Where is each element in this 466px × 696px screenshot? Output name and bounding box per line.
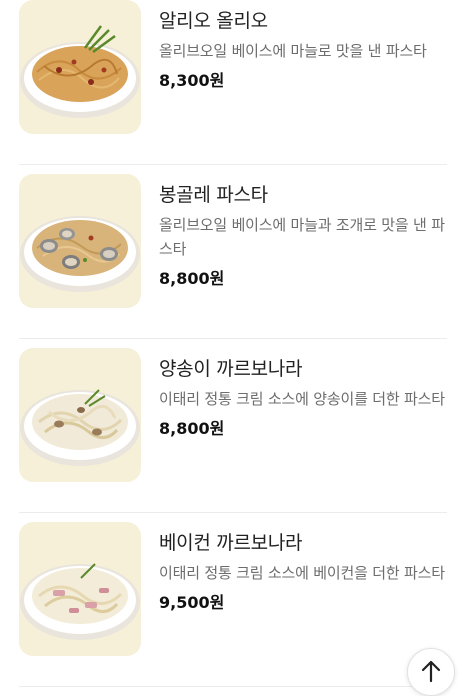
menu-item-info: 알리오 올리오 올리브오일 베이스에 마늘로 맛을 낸 파스타 8,300원 xyxy=(159,7,449,93)
menu-item-description: 이태리 정통 크림 소스에 양송이를 더한 파스타 xyxy=(159,390,445,408)
divider xyxy=(19,686,447,687)
menu-item-price: 8,800원 xyxy=(159,419,225,438)
mushroom-carbonara-photo xyxy=(19,348,141,482)
menu-item-name: 봉골레 파스타 xyxy=(159,184,268,206)
menu-item-vongole[interactable]: 봉골레 파스타 올리브오일 베이스에 마늘과 조개로 맛을 낸 파스타 8,80… xyxy=(0,165,466,339)
menu-item-info: 봉골레 파스타 올리브오일 베이스에 마늘과 조개로 맛을 낸 파스타 8,80… xyxy=(159,181,449,291)
menu-item-bacon-carbonara[interactable]: 베이컨 까르보나라 이태리 정통 크림 소스에 베이컨을 더한 파스타 9,50… xyxy=(0,513,466,687)
arrow-up-icon xyxy=(421,660,441,683)
aglio-olio-photo xyxy=(19,0,141,134)
menu-item-price: 9,500원 xyxy=(159,593,225,612)
menu-item-description: 올리브오일 베이스에 마늘과 조개로 맛을 낸 파스타 xyxy=(159,216,445,258)
menu-item-mushroom-carbonara[interactable]: 양송이 까르보나라 이태리 정통 크림 소스에 양송이를 더한 파스타 8,80… xyxy=(0,339,466,513)
menu-item-name: 베이컨 까르보나라 xyxy=(159,532,303,554)
menu-list: 알리오 올리오 올리브오일 베이스에 마늘로 맛을 낸 파스타 8,300원 봉… xyxy=(0,0,466,687)
scroll-to-top-button[interactable] xyxy=(407,648,455,696)
menu-item-description: 올리브오일 베이스에 마늘로 맛을 낸 파스타 xyxy=(159,42,427,60)
menu-item-description: 이태리 정통 크림 소스에 베이컨을 더한 파스타 xyxy=(159,564,445,582)
menu-item-name: 알리오 올리오 xyxy=(159,10,268,32)
menu-item-name: 양송이 까르보나라 xyxy=(159,358,303,380)
menu-item-aglio-olio[interactable]: 알리오 올리오 올리브오일 베이스에 마늘로 맛을 낸 파스타 8,300원 xyxy=(0,0,466,165)
bacon-carbonara-photo xyxy=(19,522,141,656)
menu-item-price: 8,800원 xyxy=(159,269,225,288)
menu-item-info: 베이컨 까르보나라 이태리 정통 크림 소스에 베이컨을 더한 파스타 9,50… xyxy=(159,529,449,615)
menu-item-price: 8,300원 xyxy=(159,71,225,90)
menu-item-info: 양송이 까르보나라 이태리 정통 크림 소스에 양송이를 더한 파스타 8,80… xyxy=(159,355,449,441)
vongole-photo xyxy=(19,174,141,308)
